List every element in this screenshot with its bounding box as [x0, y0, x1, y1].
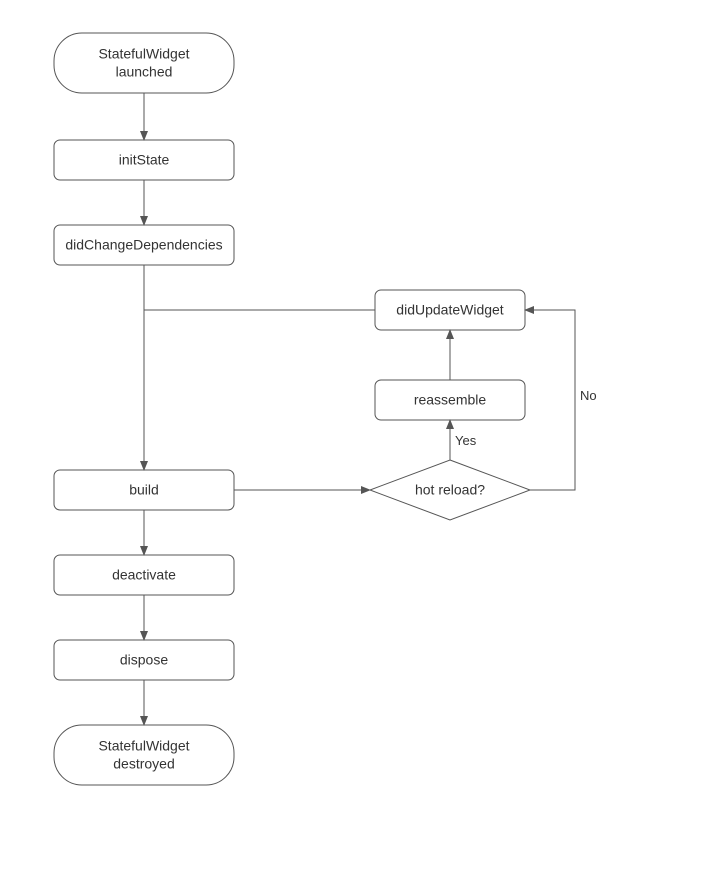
node-didchangedependencies: didChangeDependencies	[54, 225, 234, 265]
node-initstate: initState	[54, 140, 234, 180]
node-start: StatefulWidget launched	[54, 33, 234, 93]
node-initstate-label: initState	[119, 152, 170, 168]
node-hotreload: hot reload?	[370, 460, 530, 520]
node-end-line2: destroyed	[113, 756, 174, 772]
node-end-line1: StatefulWidget	[98, 738, 189, 754]
node-deactivate-label: deactivate	[112, 567, 176, 583]
edge-label-yes: Yes	[455, 433, 477, 448]
node-build: build	[54, 470, 234, 510]
node-reassemble: reassemble	[375, 380, 525, 420]
node-didchangedependencies-label: didChangeDependencies	[65, 237, 222, 253]
node-dispose: dispose	[54, 640, 234, 680]
node-start-line1: StatefulWidget	[98, 46, 189, 62]
node-reassemble-label: reassemble	[414, 392, 487, 408]
node-didupdatewidget-label: didUpdateWidget	[396, 302, 504, 318]
node-end: StatefulWidget destroyed	[54, 725, 234, 785]
node-hotreload-label: hot reload?	[415, 482, 485, 498]
node-didupdatewidget: didUpdateWidget	[375, 290, 525, 330]
node-dispose-label: dispose	[120, 652, 168, 668]
edge-hotreload-no	[525, 310, 575, 490]
node-start-line2: launched	[116, 64, 173, 80]
node-build-label: build	[129, 482, 159, 498]
edge-label-no: No	[580, 388, 597, 403]
node-deactivate: deactivate	[54, 555, 234, 595]
flowchart-diagram: StatefulWidget launched initState didCha…	[0, 0, 701, 869]
